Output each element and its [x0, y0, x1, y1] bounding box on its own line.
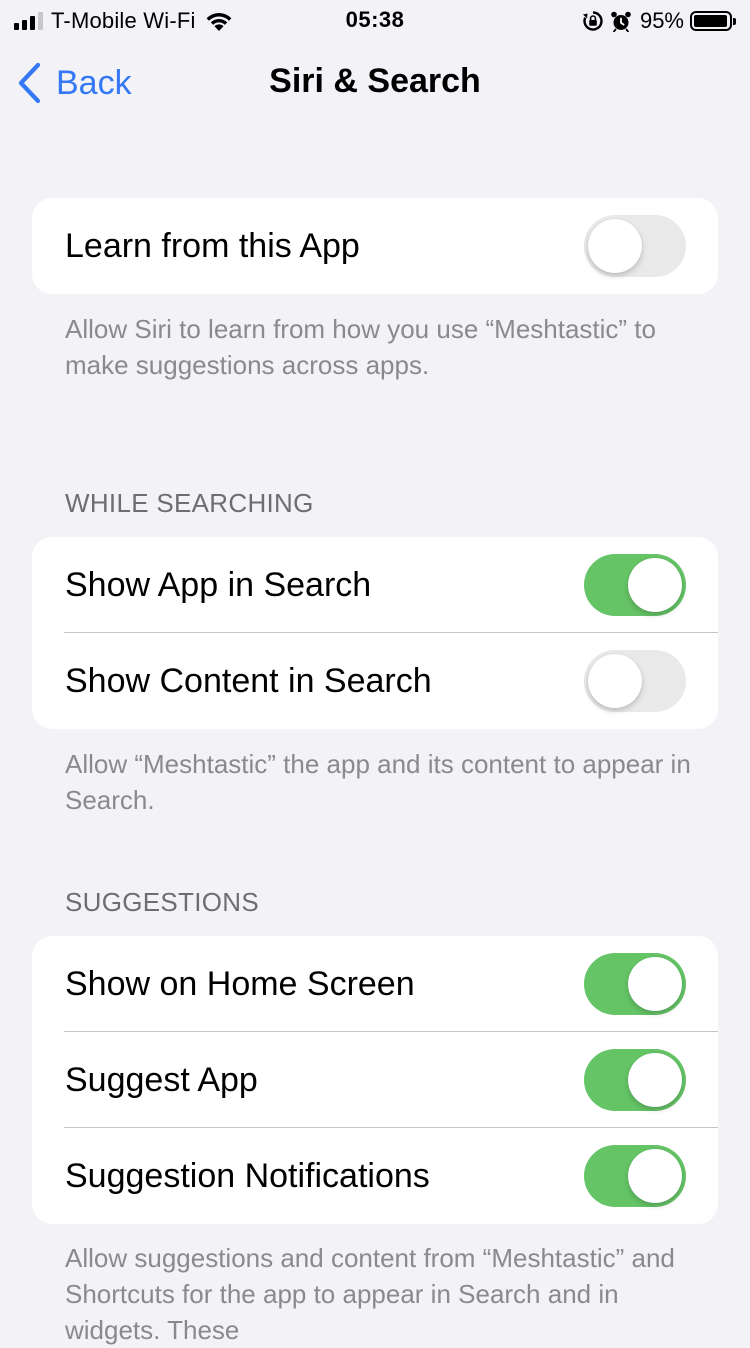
page-title: Siri & Search [269, 62, 481, 100]
toggle-knob [628, 1053, 682, 1107]
status-bar: T-Mobile Wi-Fi 05:38 95% [0, 0, 750, 40]
row-show-content-in-search[interactable]: Show Content in Search [32, 633, 718, 729]
battery-icon [690, 11, 736, 31]
learn-footer: Allow Siri to learn from how you use “Me… [65, 314, 656, 380]
toggle-knob [628, 1149, 682, 1203]
row-label: Suggestion Notifications [65, 1157, 430, 1195]
learn-group: Learn from this App [32, 198, 718, 294]
show-on-home-screen-toggle[interactable] [584, 953, 686, 1015]
show-app-in-search-toggle[interactable] [584, 554, 686, 616]
status-bar-right: 95% [582, 8, 736, 34]
searching-group: Show App in Search Show Content in Searc… [32, 537, 718, 729]
orientation-lock-icon [582, 11, 603, 31]
row-label: Show Content in Search [65, 662, 432, 700]
navigation-bar: Back Siri & Search [0, 50, 750, 116]
row-suggestion-notifications[interactable]: Suggestion Notifications [32, 1128, 718, 1224]
suggestions-group: Show on Home Screen Suggest App Suggesti… [32, 936, 718, 1224]
toggle-knob [628, 558, 682, 612]
row-label: Show on Home Screen [65, 965, 415, 1003]
section-header-while-searching: WHILE SEARCHING [65, 488, 314, 518]
alarm-icon [611, 11, 631, 32]
searching-footer: Allow “Meshtastic” the app and its conte… [65, 749, 691, 815]
toggle-knob [628, 957, 682, 1011]
row-suggest-app[interactable]: Suggest App [32, 1032, 718, 1128]
suggestion-notifications-toggle[interactable] [584, 1145, 686, 1207]
row-show-on-home-screen[interactable]: Show on Home Screen [32, 936, 718, 1032]
toggle-knob [588, 654, 642, 708]
suggestions-footer: Allow suggestions and content from “Mesh… [65, 1243, 675, 1345]
section-header-suggestions: SUGGESTIONS [65, 887, 259, 917]
row-label: Learn from this App [65, 227, 360, 265]
row-learn-from-app[interactable]: Learn from this App [32, 198, 718, 294]
row-label: Suggest App [65, 1061, 258, 1099]
suggest-app-toggle[interactable] [584, 1049, 686, 1111]
show-content-in-search-toggle[interactable] [584, 650, 686, 712]
row-label: Show App in Search [65, 566, 372, 604]
learn-from-app-toggle[interactable] [584, 215, 686, 277]
toggle-knob [588, 219, 642, 273]
row-show-app-in-search[interactable]: Show App in Search [32, 537, 718, 633]
battery-percent: 95% [639, 8, 684, 33]
